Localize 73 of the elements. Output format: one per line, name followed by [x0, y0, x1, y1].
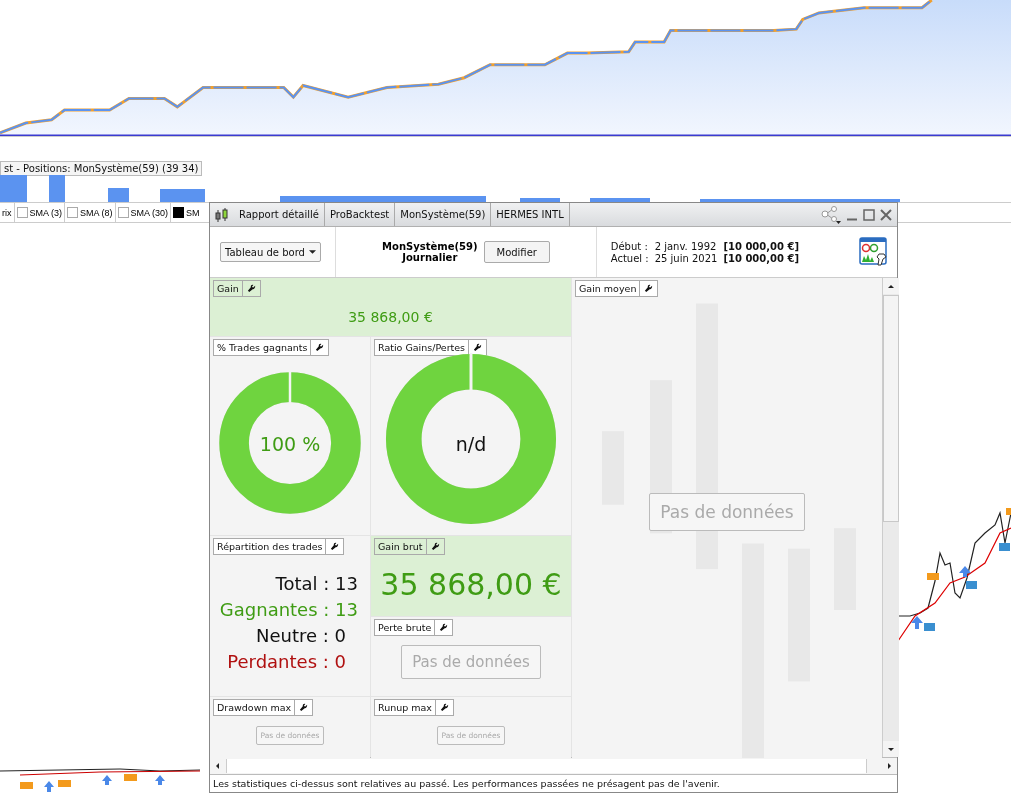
- indicator-label: SMA (8): [80, 207, 113, 218]
- candlestick-icon: [214, 206, 230, 223]
- dashboard-settings-icon[interactable]: [859, 237, 889, 267]
- trade-marker: [20, 782, 33, 789]
- system-name: MonSystème(59): [382, 241, 478, 252]
- no-data-message: Pas de données: [401, 645, 541, 679]
- breadcrumb-tab[interactable]: Rapport détaillé: [234, 203, 325, 226]
- indicator-label: SM: [186, 207, 200, 218]
- wrench-icon[interactable]: [299, 703, 309, 712]
- widget-name: Gain brut: [375, 539, 427, 554]
- donut-value: 100 %: [259, 432, 321, 455]
- widget-name: Runup max: [375, 700, 436, 715]
- trade-count: Total : 13: [275, 572, 358, 596]
- wrench-icon[interactable]: [473, 343, 483, 352]
- edit-button[interactable]: Modifier: [483, 241, 550, 263]
- gain-value: 35 868,00 €: [379, 567, 563, 602]
- trade-marker: [58, 780, 71, 787]
- indicator-label: rix: [0, 203, 15, 222]
- caret-icon: [308, 250, 316, 254]
- no-data-message: Pas de données: [649, 493, 805, 531]
- panel-title: st - Positions: MonSystème(59) (39 34): [0, 161, 203, 176]
- breadcrumb-tab[interactable]: HERMES INTL: [491, 203, 570, 226]
- trade-count: Gagnantes : 13: [219, 598, 358, 622]
- current-capital: [10 000,00 €]: [723, 252, 799, 264]
- wrench-icon[interactable]: [315, 343, 325, 352]
- gain-value: 35 868,00 €: [347, 309, 434, 325]
- widget-name: Gain moyen: [576, 281, 641, 296]
- buy-arrow-icon: [102, 775, 112, 785]
- widget-name: Perte brute: [375, 620, 436, 635]
- indicator-label: SMA (3): [29, 207, 62, 218]
- widget-name: Gain: [214, 281, 243, 296]
- current-date: 25 juin 2021: [654, 252, 718, 264]
- breadcrumb-tab[interactable]: ProBacktest: [324, 203, 396, 226]
- widget-name: Drawdown max: [214, 700, 296, 715]
- indicator-label: SMA (30): [130, 207, 169, 218]
- share-icon[interactable]: [820, 205, 842, 224]
- trade-marker: [927, 573, 939, 580]
- wrench-icon[interactable]: [439, 623, 449, 632]
- buy-arrow-icon: [155, 775, 165, 785]
- trade-count: Neutre : 0: [255, 624, 346, 648]
- widget-name: Ratio Gains/Pertes: [375, 340, 470, 355]
- wrench-icon[interactable]: [246, 284, 256, 293]
- wrench-icon[interactable]: [644, 284, 654, 293]
- view-dropdown[interactable]: Tableau de bord: [220, 242, 321, 262]
- scroll-up-icon[interactable]: [883, 278, 899, 294]
- buy-arrow-icon: [959, 566, 971, 577]
- breadcrumb-tab[interactable]: MonSystème(59): [395, 203, 492, 226]
- wrench-icon[interactable]: [330, 542, 340, 551]
- scroll-thumb[interactable]: [883, 295, 899, 522]
- indicator-checkbox[interactable]: [173, 207, 185, 218]
- wrench-icon[interactable]: [440, 703, 449, 712]
- start-label: Début :: [610, 240, 649, 252]
- start-capital: [10 000,00 €]: [723, 240, 799, 252]
- current-label: Actuel :: [610, 252, 649, 264]
- trade-marker: [124, 774, 137, 781]
- widget-name: Répartition des trades: [214, 539, 327, 554]
- buy-arrow-icon: [44, 781, 54, 792]
- indicator-checkbox[interactable]: [117, 207, 129, 218]
- wrench-icon[interactable]: [430, 542, 440, 551]
- widget-name: % Trades gagnants: [214, 340, 312, 355]
- trade-marker: [1006, 508, 1011, 515]
- maximize-icon[interactable]: [863, 208, 875, 221]
- donut-value: n/d: [455, 432, 487, 455]
- buy-arrow-icon: [911, 616, 923, 629]
- scroll-down-icon[interactable]: [883, 741, 899, 757]
- close-icon[interactable]: [880, 208, 892, 221]
- trade-count: Perdantes : 0: [227, 650, 346, 674]
- vertical-scrollbar[interactable]: [882, 278, 899, 757]
- indicator-checkbox[interactable]: [67, 207, 78, 218]
- indicator-checkbox[interactable]: [16, 207, 28, 218]
- disclaimer-text: Les statistiques ci-dessus sont relatives au passé. Les performances passées ne présagent pas de l'avenir.: [213, 778, 720, 789]
- start-date: 2 janv. 1992: [654, 240, 718, 252]
- timeframe-label: Journalier: [402, 252, 458, 263]
